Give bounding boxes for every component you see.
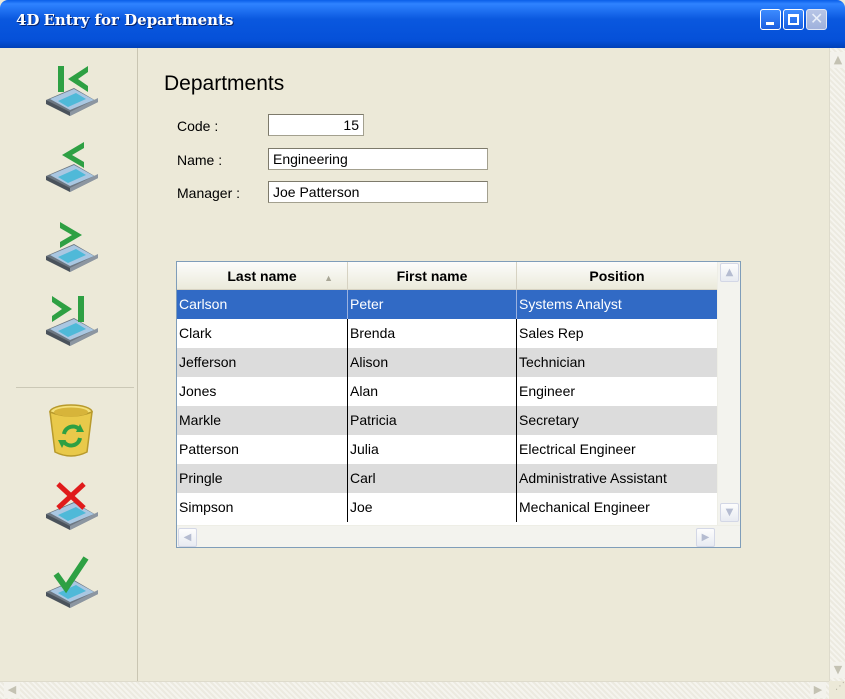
table-row[interactable]: Simpson Joe Mechanical Engineer xyxy=(177,493,717,522)
window-scroll-left-icon[interactable]: ◀ xyxy=(4,682,20,698)
accept-button[interactable] xyxy=(40,554,102,616)
window-title: 4D Entry for Departments xyxy=(16,11,233,29)
next-record-icon xyxy=(46,222,98,272)
cancel-button[interactable] xyxy=(40,476,102,538)
first-name-cell: Alison xyxy=(348,348,517,377)
window-titlebar[interactable]: 4D Entry for Departments ✕ xyxy=(0,0,845,48)
code-label: Code : xyxy=(177,118,219,134)
column-header-first-name[interactable]: First name xyxy=(348,262,517,290)
window-scroll-right-icon[interactable]: ▶ xyxy=(810,682,826,698)
list-vertical-scrollbar[interactable]: ▲ ▼ xyxy=(717,262,740,525)
first-name-cell: Peter xyxy=(348,290,517,319)
code-field[interactable]: 15 xyxy=(268,114,364,136)
position-cell: Engineer xyxy=(519,383,576,399)
last-name-cell: Carlson xyxy=(177,290,348,319)
position-cell: Electrical Engineer xyxy=(519,441,636,457)
minimize-icon xyxy=(766,22,774,25)
window-vertical-scrollbar[interactable]: ▲ ▼ xyxy=(829,48,845,681)
form-title: Departments xyxy=(164,72,285,95)
window-scroll-up-icon[interactable]: ▲ xyxy=(830,52,845,68)
window-scroll-down-icon[interactable]: ▼ xyxy=(830,662,845,678)
table-row[interactable]: Clark Brenda Sales Rep xyxy=(177,319,717,348)
list-horizontal-scrollbar[interactable]: ◀ ▶ xyxy=(177,525,740,547)
last-name-cell: Jones xyxy=(177,377,348,406)
minimize-button[interactable] xyxy=(760,9,781,30)
last-name-cell: Markle xyxy=(177,406,348,435)
first-name-cell: Alan xyxy=(348,377,517,406)
position-cell: Sales Rep xyxy=(519,325,584,341)
manager-label: Manager : xyxy=(177,185,241,201)
table-row[interactable]: Pringle Carl Administrative Assistant xyxy=(177,464,717,493)
table-row[interactable]: Jones Alan Engineer xyxy=(177,377,717,406)
first-record-icon xyxy=(46,66,98,116)
trash-recycle-icon xyxy=(49,404,93,457)
first-name-cell: Brenda xyxy=(348,319,517,348)
previous-record-icon xyxy=(46,142,98,192)
column-header-label: First name xyxy=(396,268,468,284)
cancel-x-icon xyxy=(46,482,98,530)
last-name-cell: Clark xyxy=(177,319,348,348)
toolbar-separator xyxy=(16,387,134,388)
column-header-position[interactable]: Position xyxy=(517,262,717,290)
list-header: Last name ▲ First name Position xyxy=(177,262,717,290)
accept-check-icon xyxy=(46,556,98,608)
previous-record-button[interactable] xyxy=(40,138,102,200)
last-name-cell: Simpson xyxy=(177,493,348,522)
window-horizontal-scrollbar[interactable]: ◀ ▶ xyxy=(0,681,829,699)
first-name-cell: Patricia xyxy=(348,406,517,435)
position-cell: Technician xyxy=(519,354,586,370)
last-record-icon xyxy=(46,296,98,346)
column-header-label: Position xyxy=(589,268,645,284)
position-cell: Mechanical Engineer xyxy=(519,499,650,515)
position-cell: Secretary xyxy=(519,412,579,428)
sort-ascending-icon: ▲ xyxy=(324,273,333,283)
close-icon: ✕ xyxy=(810,9,824,28)
maximize-icon xyxy=(788,14,799,25)
position-cell: Systems Analyst xyxy=(519,296,622,312)
close-button[interactable]: ✕ xyxy=(806,9,827,30)
next-record-button[interactable] xyxy=(40,218,102,280)
employee-list[interactable]: Last name ▲ First name Position Carlson … xyxy=(176,261,741,548)
first-name-cell: Carl xyxy=(348,464,517,493)
last-name-cell: Pringle xyxy=(177,464,348,493)
manager-field[interactable]: Joe Patterson xyxy=(268,181,488,203)
table-row[interactable]: Markle Patricia Secretary xyxy=(177,406,717,435)
scroll-left-icon[interactable]: ◀ xyxy=(178,528,197,547)
scroll-down-icon[interactable]: ▼ xyxy=(720,503,739,522)
navigation-toolbar xyxy=(0,48,138,681)
first-name-cell: Julia xyxy=(348,435,517,464)
column-header-last-name[interactable]: Last name ▲ xyxy=(177,262,348,290)
table-row[interactable]: Carlson Peter Systems Analyst xyxy=(177,290,717,319)
first-record-button[interactable] xyxy=(40,62,102,124)
table-row[interactable]: Jefferson Alison Technician xyxy=(177,348,717,377)
scroll-up-icon[interactable]: ▲ xyxy=(720,263,739,282)
name-field[interactable]: Engineering xyxy=(268,148,488,170)
position-cell: Administrative Assistant xyxy=(519,470,667,486)
maximize-button[interactable] xyxy=(783,9,804,30)
last-name-cell: Patterson xyxy=(177,435,348,464)
window-title-text: Entry for Departments xyxy=(43,11,234,29)
first-name-cell: Joe xyxy=(348,493,517,522)
column-header-label: Last name xyxy=(227,268,297,284)
name-label: Name : xyxy=(177,152,223,168)
last-name-cell: Jefferson xyxy=(177,348,348,377)
last-record-button[interactable] xyxy=(40,292,102,354)
scroll-right-icon[interactable]: ▶ xyxy=(696,528,715,547)
table-row[interactable]: Patterson Julia Electrical Engineer xyxy=(177,435,717,464)
delete-record-button[interactable] xyxy=(40,400,102,462)
app-logo: 4D xyxy=(16,11,40,29)
resize-grip-icon[interactable]: ⋰ xyxy=(829,681,845,699)
